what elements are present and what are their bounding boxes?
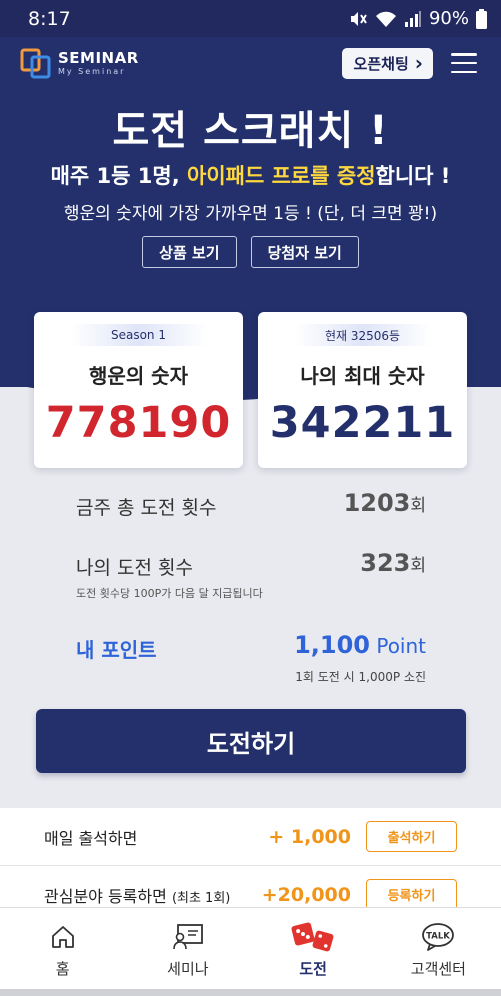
- reward-label: 매일 출석하면: [44, 828, 138, 848]
- lucky-number-value: 778190: [45, 398, 232, 448]
- nav-home-label: 홈: [55, 960, 70, 978]
- my-max-number-label: 나의 최대 숫자: [300, 364, 425, 388]
- view-winners-button[interactable]: 당첨자 보기: [250, 236, 359, 268]
- register-interests-button[interactable]: 등록하기: [366, 879, 457, 910]
- reward-amount: + 1,000: [268, 825, 351, 848]
- nav-seminar[interactable]: 세미나: [125, 908, 250, 989]
- current-rank-tag: 현재 32506등: [294, 324, 431, 346]
- nav-home[interactable]: 홈: [0, 908, 125, 989]
- bottom-navigation: 홈 세미나 도전 TALK 고객센터: [0, 907, 501, 989]
- hero-title: 도전 스크래치 !: [112, 108, 389, 154]
- nav-support-label: 고객센터: [410, 960, 466, 978]
- reward-label: 관심분야 등록하면 (최초 1회): [44, 886, 231, 906]
- status-icons: 90%: [348, 8, 487, 29]
- status-bar: 8:17 90%: [0, 0, 501, 37]
- dice-icon: [291, 922, 335, 952]
- nav-seminar-label: 세미나: [167, 960, 209, 978]
- reward-row-attendance: 매일 출석하면 + 1,000 출석하기: [0, 808, 501, 866]
- seminar-icon: [172, 922, 204, 952]
- view-prize-button[interactable]: 상품 보기: [142, 236, 237, 268]
- my-points-note: 1회 도전 시 1,000P 소진: [295, 670, 426, 684]
- signal-icon: [404, 10, 422, 28]
- hero-subtitle-pre: 매주 1등 1명,: [50, 164, 188, 188]
- kakao-talk-icon: TALK: [421, 922, 455, 952]
- mute-icon: [348, 10, 368, 28]
- open-chat-label: 오픈채팅: [353, 54, 409, 73]
- open-chat-button[interactable]: 오픈채팅 ›: [341, 47, 433, 79]
- logo-subtitle: My Seminar: [58, 66, 126, 76]
- hero-rule-text: 행운의 숫자에 가장 가까우면 1등 ! (단, 더 크면 꽝!): [63, 204, 438, 224]
- total-challenges-value: 1203회: [343, 489, 426, 517]
- home-icon: [50, 922, 76, 952]
- seminar-logo[interactable]: SEMINAR My Seminar: [20, 47, 139, 79]
- hero-buttons: 상품 보기 당첨자 보기: [0, 236, 501, 268]
- battery-icon: [476, 8, 487, 29]
- total-challenges-stat: 금주 총 도전 횟수 1203회: [76, 489, 426, 520]
- nav-challenge[interactable]: 도전: [251, 908, 376, 989]
- attendance-button[interactable]: 출석하기: [366, 821, 457, 852]
- my-max-number-value: 342211: [269, 398, 456, 448]
- lucky-number-card: Season 1 행운의 숫자 778190: [34, 312, 243, 468]
- hero-subtitle-highlight: 아이패드 프로를 증정: [187, 164, 376, 188]
- hamburger-menu-icon[interactable]: [451, 53, 477, 73]
- my-max-number-card: 현재 32506등 나의 최대 숫자 342211: [258, 312, 467, 468]
- hero-subtitle: 매주 1등 1명, 아이패드 프로를 증정합니다 !: [0, 160, 501, 190]
- battery-percent: 90%: [428, 8, 469, 29]
- seminar-logo-icon: [20, 47, 52, 79]
- top-bar: SEMINAR My Seminar 오픈채팅 ›: [0, 37, 501, 89]
- challenge-button[interactable]: 도전하기: [36, 709, 466, 773]
- chevron-right-icon: ›: [414, 51, 423, 75]
- season-tag: Season 1: [70, 324, 207, 346]
- nav-support[interactable]: TALK 고객센터: [376, 908, 501, 989]
- my-points-value: 1,100 Point: [294, 631, 426, 659]
- my-challenges-stat: 나의 도전 횟수 323회 도전 횟수당 100P가 다음 달 지급됩니다: [76, 549, 426, 601]
- my-challenges-note: 도전 횟수당 100P가 다음 달 지급됩니다: [76, 587, 263, 600]
- gesture-bar: [0, 989, 501, 996]
- reward-amount: +20,000: [261, 883, 351, 906]
- wifi-icon: [375, 10, 397, 28]
- status-time: 8:17: [28, 7, 71, 30]
- logo-title: SEMINAR: [58, 48, 139, 67]
- my-challenges-value: 323회: [360, 549, 426, 577]
- lucky-number-label: 행운의 숫자: [89, 364, 188, 388]
- my-points-stat: 내 포인트 1,100 Point 1회 도전 시 1,000P 소진: [76, 631, 426, 684]
- hero-subtitle-post: 합니다 !: [375, 164, 451, 188]
- nav-challenge-label: 도전: [299, 960, 327, 978]
- talk-badge-text: TALK: [427, 932, 451, 942]
